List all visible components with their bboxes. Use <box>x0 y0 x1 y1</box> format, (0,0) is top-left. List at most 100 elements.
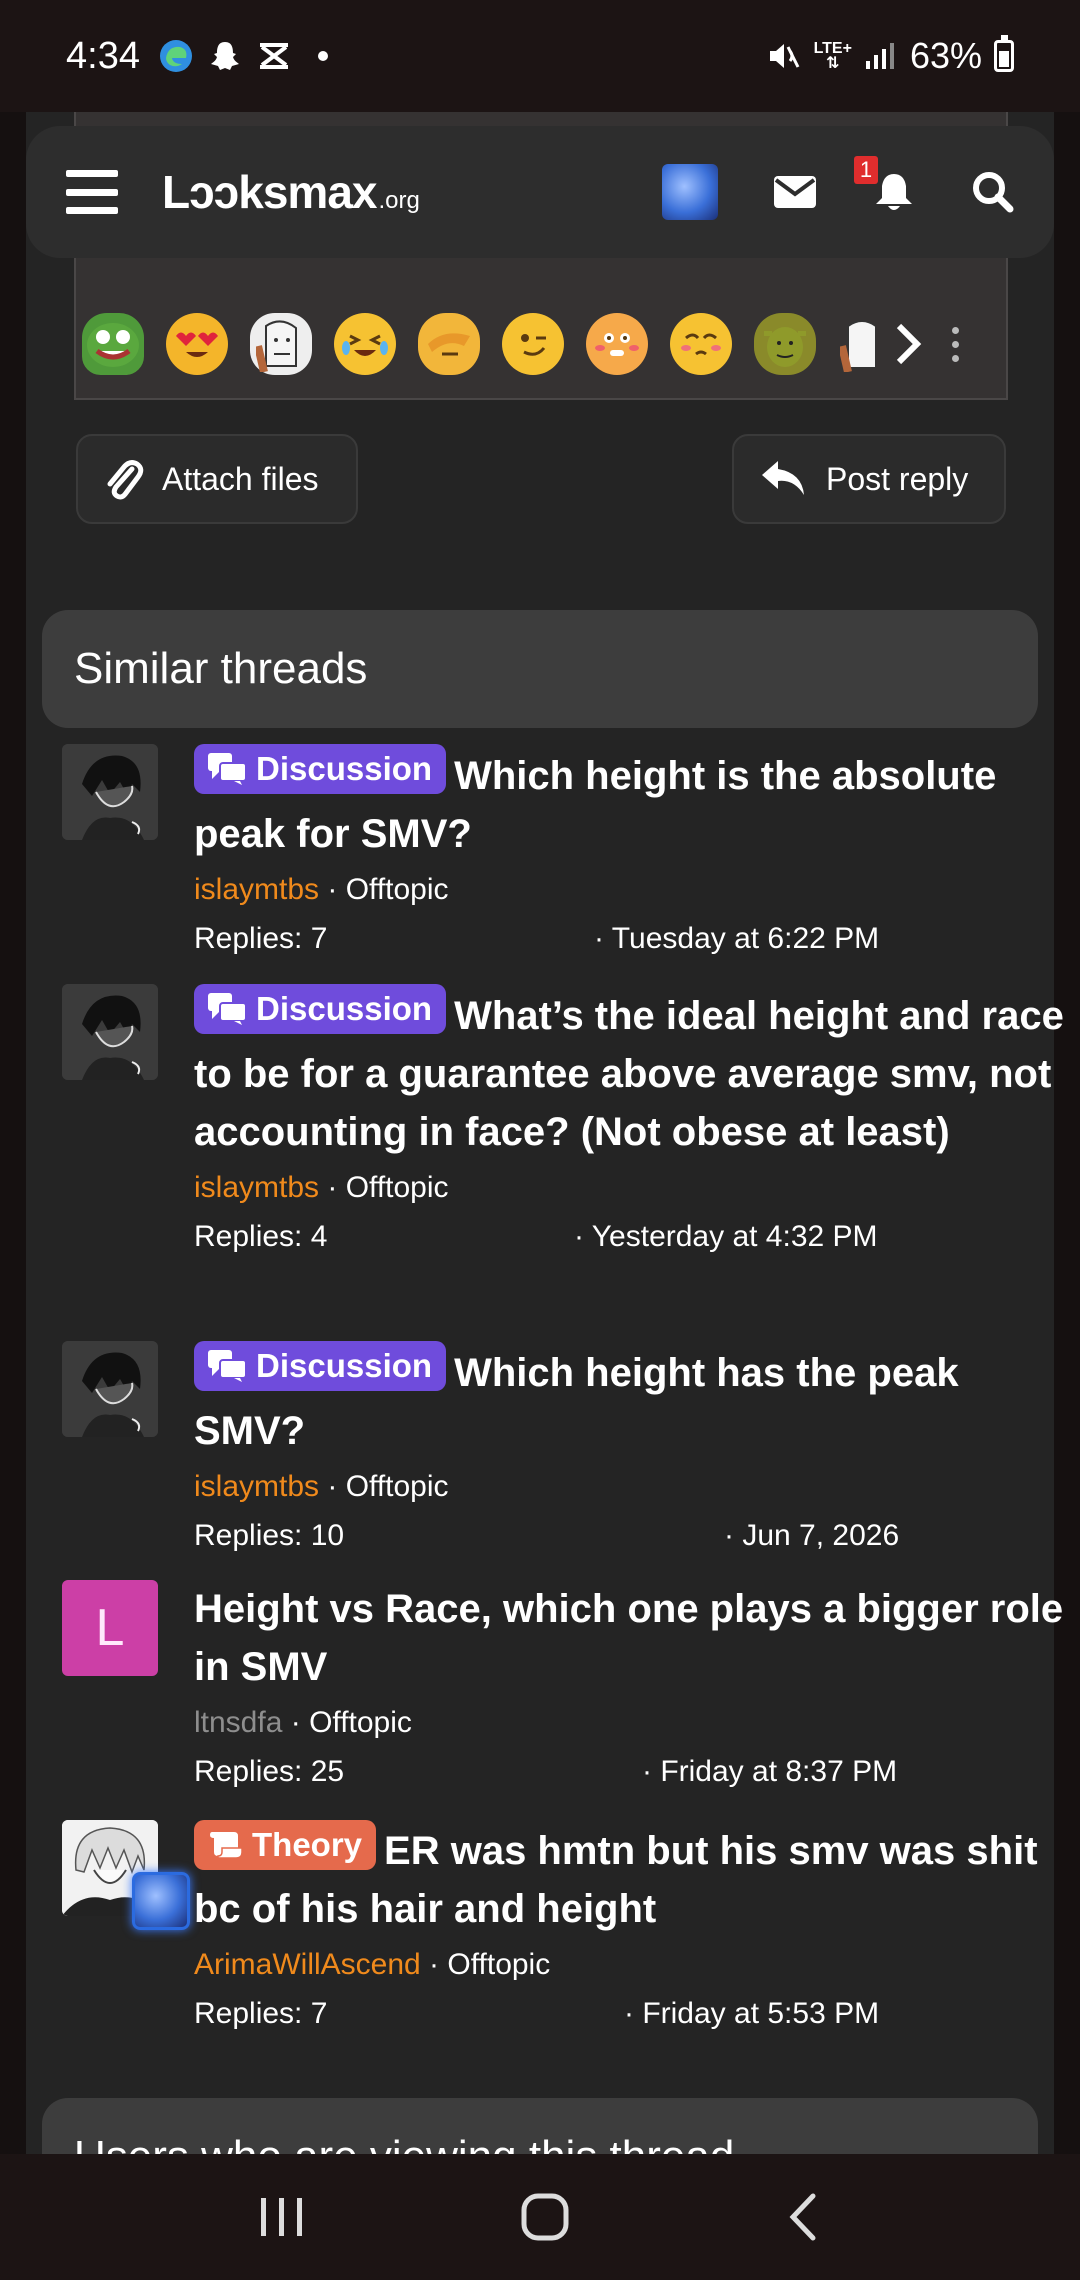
avatar-letter: L <box>95 1599 125 1657</box>
signal-icon <box>865 43 894 69</box>
thread-author[interactable]: islaymtbs <box>194 1171 319 1204</box>
emoji-wink[interactable] <box>502 313 564 375</box>
status-notification-icons <box>158 38 328 74</box>
thread-author-avatar[interactable]: L <box>62 1580 158 1676</box>
thread-body: Discussion Which height has the peak SMV… <box>194 1341 1074 1560</box>
recent-apps-icon[interactable] <box>257 2194 307 2240</box>
thread-prefix-text: Discussion <box>256 990 433 1027</box>
thread-author[interactable]: islaymtbs <box>194 1470 319 1503</box>
status-system-icons: LTE+ ⇅ 63% <box>766 35 1014 77</box>
laughing-tears-icon <box>342 334 388 356</box>
thread-forum[interactable]: Offtopic <box>346 1171 449 1204</box>
thread-date-text: Yesterday at 4:32 PM <box>591 1220 878 1253</box>
user-avatar[interactable] <box>662 164 718 220</box>
thread-meta: islaymtbs · Offtopic <box>194 1171 449 1204</box>
more-notifications-dot <box>317 51 328 61</box>
sketch-avatar-image <box>62 744 158 840</box>
mail-icon[interactable] <box>774 176 816 208</box>
thread-prefix-label[interactable]: Discussion <box>194 744 447 794</box>
emoji-wojak[interactable] <box>250 313 312 375</box>
thread-replies: Replies: 7 <box>194 922 328 955</box>
emoji-next-arrow[interactable] <box>888 314 928 374</box>
emoji-blushing[interactable] <box>586 313 648 375</box>
battery-icon <box>994 35 1014 72</box>
snapchat-icon <box>210 42 239 70</box>
data-arrows-icon: ⇅ <box>826 55 840 72</box>
emoji-facepalm[interactable] <box>418 313 480 375</box>
thread-forum[interactable]: Offtopic <box>309 1706 412 1739</box>
pepe-face-icon <box>87 323 139 367</box>
more-options-icon[interactable] <box>940 314 970 374</box>
thread-title[interactable]: Discussion Which height is the absolute … <box>194 744 1074 863</box>
thread-prefix-label[interactable]: Discussion <box>194 984 447 1034</box>
thread-stats: Replies: 7 · Tuesday at 6:22 PM <box>194 919 1074 963</box>
emoji-shrek[interactable] <box>754 313 816 375</box>
thread-title[interactable]: Discussion What’s the ideal height and r… <box>194 984 1074 1161</box>
network-type: LTE+ ⇅ <box>813 40 852 72</box>
thread-body: Discussion Which height is the absolute … <box>194 744 1074 963</box>
status-bar: 4:34 LTE+ ⇅ 63% <box>0 0 1080 112</box>
battery-percent: 63% <box>909 35 982 76</box>
sketch-avatar-image <box>62 1341 158 1437</box>
thread-forum[interactable]: Offtopic <box>346 1470 449 1503</box>
discussion-icon <box>208 753 246 785</box>
thread-forum[interactable]: Offtopic <box>346 873 449 906</box>
back-icon[interactable] <box>783 2192 823 2242</box>
search-icon[interactable] <box>972 171 1014 213</box>
thread-date: · Jun 7, 2026 <box>724 1519 900 1552</box>
thread-forum[interactable]: Offtopic <box>447 1948 550 1981</box>
menu-icon[interactable] <box>66 170 118 214</box>
site-header: Lͻͻksmax .org 1 <box>26 126 1054 258</box>
thread-meta: ArimaWillAscend · Offtopic <box>194 1948 551 1981</box>
thread-date-text: Tuesday at 6:22 PM <box>611 922 880 955</box>
thread-prefix-label[interactable]: Theory <box>194 1820 377 1870</box>
thread-date: · Tuesday at 6:22 PM <box>594 922 880 955</box>
emoji-laughing-tears[interactable] <box>334 313 396 375</box>
thread-title[interactable]: Theory ER was hmtn but his smv was shit … <box>194 1820 1074 1938</box>
network-type-label: LTE+ <box>813 40 852 57</box>
thread-date: · Friday at 8:37 PM <box>642 1755 898 1788</box>
thread-author[interactable]: ArimaWillAscend <box>194 1948 421 1981</box>
emoji-pepe[interactable] <box>82 313 144 375</box>
thread-meta: islaymtbs · Offtopic <box>194 873 449 906</box>
reply-arrow-icon <box>762 461 804 495</box>
thread-prefix-text: Theory <box>252 1826 363 1863</box>
blushing-icon <box>595 333 639 356</box>
similar-threads-header: Similar threads <box>42 610 1038 728</box>
attach-files-label: Attach files <box>162 460 319 497</box>
thread-author-avatar[interactable] <box>62 984 158 1080</box>
thread-title[interactable]: Discussion Which height has the peak SMV… <box>194 1341 1074 1460</box>
logo-text: Lͻͻksmax <box>162 166 377 218</box>
emoji-wojak-2[interactable] <box>838 313 878 375</box>
thread-body: Height vs Race, which one plays a bigger… <box>194 1580 1074 1796</box>
app-notification-icon <box>259 43 288 69</box>
discussion-icon <box>208 993 246 1025</box>
shrek-icon <box>764 327 806 367</box>
chevron-right-icon <box>896 323 922 365</box>
notification-count-badge: 1 <box>854 156 878 184</box>
scroll-icon <box>210 1832 242 1859</box>
thread-title[interactable]: Height vs Race, which one plays a bigger… <box>194 1580 1074 1696</box>
thread-stats: Replies: 4 · Yesterday at 4:32 PM <box>194 1217 1074 1261</box>
attach-files-button[interactable]: Attach files <box>76 434 358 524</box>
thread-prefix-text: Discussion <box>256 1347 433 1384</box>
thread-date: · Friday at 5:53 PM <box>624 1997 880 2030</box>
post-reply-button[interactable]: Post reply <box>732 434 1006 524</box>
emoji-heart-eyes[interactable] <box>166 313 228 375</box>
thread-stats: Replies: 7 · Friday at 5:53 PM <box>194 1994 1074 2038</box>
user-badge-avatar <box>132 1872 190 1930</box>
sketch-avatar-image <box>62 984 158 1080</box>
thread-body: Theory ER was hmtn but his smv was shit … <box>194 1820 1074 2038</box>
thread-author[interactable]: ltnsdfa <box>194 1706 282 1739</box>
site-logo[interactable]: Lͻͻksmax .org <box>162 165 420 219</box>
status-time: 4:34 <box>66 34 140 77</box>
thread-author-avatar[interactable] <box>62 744 158 840</box>
home-icon[interactable] <box>520 2192 570 2242</box>
thread-prefix-label[interactable]: Discussion <box>194 1341 447 1391</box>
thread-author-avatar[interactable] <box>62 1341 158 1437</box>
thread-date: · Yesterday at 4:32 PM <box>574 1220 878 1253</box>
emoji-pleading[interactable] <box>670 313 732 375</box>
facepalm-icon <box>428 333 470 356</box>
thread-author[interactable]: islaymtbs <box>194 873 319 906</box>
notifications[interactable]: 1 <box>854 156 916 214</box>
